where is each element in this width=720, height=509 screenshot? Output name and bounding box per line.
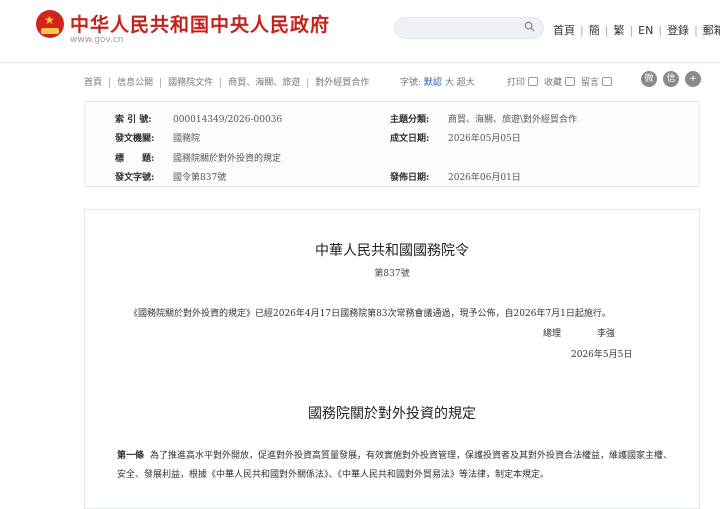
search-input[interactable] [405,19,527,42]
link-home[interactable]: 首頁 [553,24,575,37]
article-text: 為了推進高水平對外開放，促進對外投資高質量發展，有效實施對外投資管理，保護投資者… [117,451,673,480]
meta-title-label: 標 題: [115,154,155,164]
order-intro: 《國務院關於對外投資的規定》已經2026年4月17日國務院第83次常務會議通過，… [129,309,611,319]
more-icon[interactable]: + [685,71,701,87]
comment-link[interactable]: 留言 [581,78,599,88]
meta-issuer-value: 國務院 [173,134,201,144]
font-size-switcher: 字號: 默認 大 超大 [400,75,475,88]
meta-index: 索 引 號: 000014349/2026-00036 [115,112,282,125]
meta-topic: 主題分類: 商貿、海關、旅遊\對外經貿合作 [390,112,577,125]
meta-issuer-label: 發文機關: [115,134,155,144]
top-links: 首頁 | 簡 | 繁 | EN | 登錄 | 郵箱 [553,22,720,38]
meta-title: 標 題: 國務院關於對外投資的規定 [115,151,281,164]
breadcrumb-item[interactable]: 國務院文件 [168,78,213,88]
breadcrumb-item[interactable]: 首頁 [84,78,102,88]
breadcrumb-item[interactable]: 信息公開 [117,78,153,88]
print-icon[interactable] [528,77,539,86]
star-icon[interactable] [565,77,576,86]
meta-pubdate: 發佈日期: 2026年06月01日 [390,170,521,183]
meta-index-label: 索 引 號: [115,115,152,125]
link-mail[interactable]: 郵箱 [703,24,720,37]
link-english[interactable]: EN [638,24,653,37]
print-link[interactable]: 打印 [507,78,525,88]
breadcrumb-item[interactable]: 商貿、海關、旅遊 [228,78,300,88]
order-number: 第837號 [374,269,410,279]
meta-pubdate-label: 發佈日期: [390,173,430,183]
meta-title-value: 國務院關於對外投資的規定 [173,154,282,164]
meta-date-label: 成文日期: [390,134,430,144]
breadcrumb-item[interactable]: 對外經貿合作 [315,78,369,88]
link-traditional[interactable]: 繁 [613,24,624,37]
meta-topic-label: 主題分類: [390,115,430,125]
order-title: 中華人民共和國國務院令 [315,243,469,259]
search-icon[interactable] [524,21,535,32]
article-actions: 打印 收藏 留言 [507,75,618,88]
meta-docno: 發文字號: 國令第837號 [115,170,226,183]
breadcrumb: 首頁 | 信息公開 | 國務院文件 | 商貿、海關、旅遊 | 對外經貿合作 [84,78,370,88]
meta-issuer: 發文機關: 國務院 [115,131,200,144]
font-size-label: 字號: [400,78,422,88]
meta-docno-label: 發文字號: [115,173,155,183]
favorite-link[interactable]: 收藏 [544,78,562,88]
meta-date-value: 2026年05月05日 [448,134,521,144]
signer-role: 總理 [543,329,562,339]
search-box[interactable] [394,17,544,42]
font-size-xlarge[interactable]: 超大 [457,78,475,88]
meta-index-value: 000014349/2026-00036 [173,115,283,125]
wechat-icon[interactable]: 信 [663,71,679,87]
font-size-large[interactable]: 大 [445,78,454,88]
regulation-title: 國務院關於對外投資的規定 [308,406,476,422]
signer-name: 李強 [597,329,616,339]
article-paragraph: 第一條 為了推進高水平對外開放，促進對外投資高質量發展，有效實施對外投資管理，保護… [117,447,677,485]
breadcrumb-bar: 首頁 | 信息公開 | 國務院文件 | 商貿、海關、旅遊 | 對外經貿合作 字號: 默認 大 超… [0,63,720,97]
meta-topic-value: 商貿、海關、旅遊\對外經貿合作 [448,115,578,125]
article-body: 中華人民共和國國務院令 第837號 《國務院關於對外投資的規定》已經2026年4… [84,209,700,509]
comment-icon[interactable] [602,77,613,86]
site-title[interactable]: 中华人民共和国中央人民政府 [70,10,330,37]
meta-date: 成文日期: 2026年05月05日 [390,131,521,144]
font-size-default[interactable]: 默認 [424,78,442,88]
national-emblem-icon[interactable]: ★ [36,10,64,38]
site-url: www.gov.cn [70,35,124,45]
weibo-icon[interactable]: 微 [641,71,657,87]
top-header: ★ 中华人民共和国中央人民政府 www.gov.cn 首頁 | 簡 | 繁 | EN | 登錄 |… [0,0,720,63]
link-login[interactable]: 登錄 [667,24,689,37]
document-metadata-table: 索 引 號: 000014349/2026-00036 主題分類: 商貿、海關、旅遊… [84,101,700,187]
link-simplified[interactable]: 簡 [589,24,600,37]
sign-date: 2026年5月5日 [571,350,633,360]
meta-pubdate-value: 2026年06月01日 [448,173,521,183]
article-number: 第一條 [117,451,145,461]
meta-docno-value: 國令第837號 [173,173,227,183]
